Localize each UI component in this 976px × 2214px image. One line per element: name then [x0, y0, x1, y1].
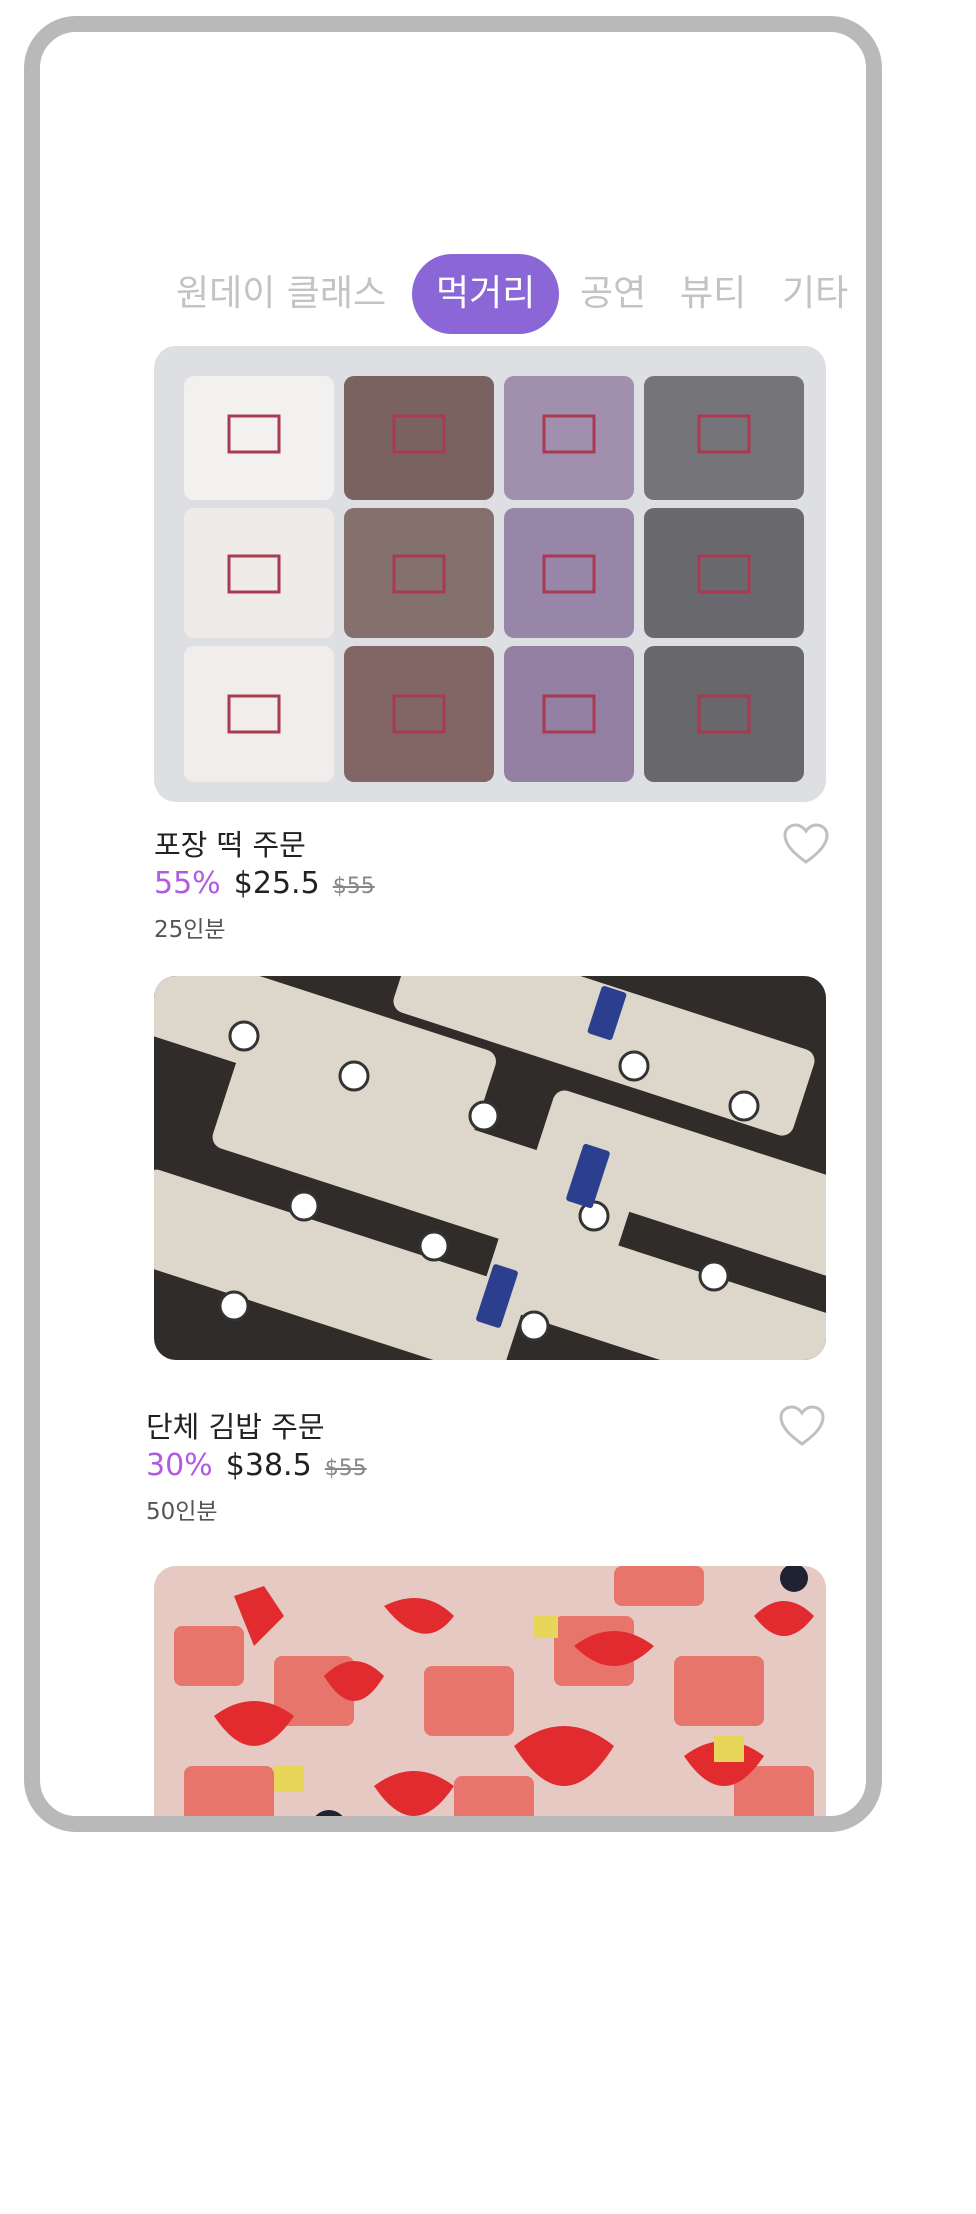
tab-etc[interactable]: 기타: [782, 254, 848, 334]
discount-rate: 30%: [146, 1448, 213, 1483]
heart-icon[interactable]: [782, 822, 830, 866]
tab-oneday-class[interactable]: 원데이 클래스: [176, 254, 386, 334]
servings: 50인분: [146, 1499, 218, 1525]
product-image-rice-cakes[interactable]: [154, 346, 826, 802]
product-title[interactable]: 포장 떡 주문: [154, 822, 306, 864]
servings: 25인분: [154, 917, 226, 943]
sale-price: $38.5: [225, 1448, 312, 1483]
heart-icon[interactable]: [778, 1404, 826, 1448]
phone-frame: 원데이 클래스 먹거리 공연 뷰티 기타 포장 떡 주문 55% $25.5 $…: [24, 16, 882, 1832]
discount-rate: 55%: [154, 866, 221, 901]
price-line: 30% $38.5 $55: [146, 1448, 367, 1483]
tab-food[interactable]: 먹거리: [412, 254, 560, 334]
tab-beauty[interactable]: 뷰티: [680, 254, 746, 334]
original-price: $55: [332, 874, 375, 899]
sale-price: $25.5: [233, 866, 320, 901]
category-tabs: 원데이 클래스 먹거리 공연 뷰티 기타: [40, 254, 866, 338]
product-image-kimbap[interactable]: [154, 976, 826, 1360]
tab-performance[interactable]: 공연: [580, 254, 646, 334]
price-line: 55% $25.5 $55: [154, 866, 375, 901]
product-title[interactable]: 단체 김밥 주문: [146, 1404, 325, 1446]
product-image-fruit-cups[interactable]: [154, 1566, 826, 1816]
original-price: $55: [324, 1456, 367, 1481]
